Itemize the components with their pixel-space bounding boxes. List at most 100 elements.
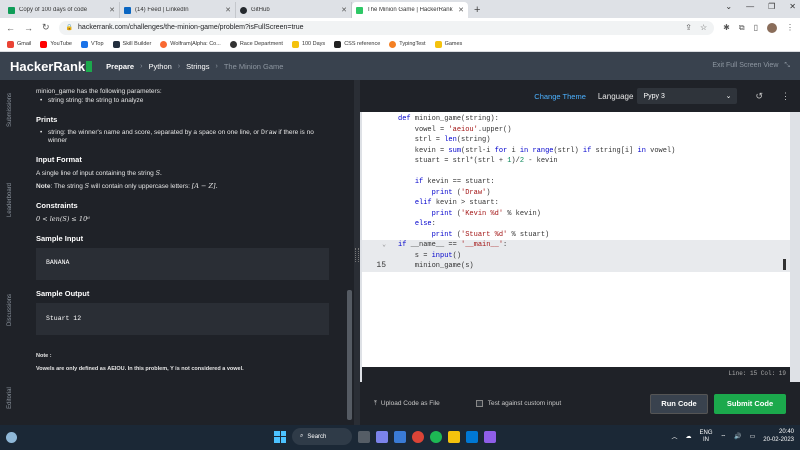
bookmark-typingtest[interactable]: TypingTest	[389, 40, 426, 48]
browser-tab-github[interactable]: GitHub ✕	[236, 2, 352, 18]
bookmark-skill-builder[interactable]: Skill Builder	[112, 40, 151, 48]
history-icon[interactable]: ↺	[755, 91, 763, 102]
sheets-icon	[8, 6, 15, 14]
input-format-text: A single line of input containing the st…	[36, 169, 162, 178]
task-view-icon[interactable]	[358, 430, 370, 443]
change-theme-link[interactable]: Change Theme	[534, 92, 586, 101]
chrome-icon[interactable]	[412, 430, 424, 443]
pane-splitter[interactable]	[354, 80, 360, 425]
weather-icon[interactable]	[6, 432, 17, 443]
new-tab-button[interactable]: +	[474, 2, 480, 18]
crumb-prepare[interactable]: Prepare	[106, 62, 134, 71]
vtop-icon	[81, 40, 88, 48]
language-indicator[interactable]: ENG IN	[699, 430, 712, 444]
language-select[interactable]: Pypy 3 ⌄	[637, 88, 738, 104]
param-item: string string: the string to analyze	[40, 97, 329, 106]
file-explorer-icon[interactable]	[448, 430, 460, 443]
prints-list: string: the winner's name and score, sep…	[36, 129, 329, 147]
windows-start-icon[interactable]	[274, 430, 286, 443]
more-options-icon[interactable]: ⋮	[781, 91, 790, 102]
maximize-icon[interactable]: ❐	[768, 2, 775, 11]
tab-submissions[interactable]: Submissions	[0, 80, 20, 140]
folder-icon	[291, 40, 299, 48]
close-icon[interactable]: ✕	[458, 6, 464, 14]
extension-icon[interactable]: ✱	[723, 23, 730, 32]
volume-icon[interactable]: 🔊	[734, 433, 741, 440]
bookmark-wolfram[interactable]: Wolfram|Alpha: Co...	[160, 40, 221, 48]
tab-title: (14) Feed | LinkedIn	[135, 7, 189, 13]
forward-icon[interactable]: →	[24, 23, 33, 33]
side-tabs: Submissions Leaderboard Discussions Edit…	[0, 80, 20, 425]
close-icon[interactable]: ✕	[225, 6, 231, 14]
teams-icon[interactable]	[376, 430, 388, 443]
bookmark-vtop[interactable]: VTop	[81, 40, 104, 48]
tab-editorial[interactable]: Editorial	[0, 370, 20, 425]
crumb-python[interactable]: Python	[148, 62, 171, 71]
bookmark-star-icon[interactable]: ☆	[700, 23, 707, 32]
bookmark-youtube[interactable]: YouTube	[40, 40, 72, 48]
share-icon[interactable]: ⇪	[685, 23, 692, 32]
menu-icon[interactable]: ⋮	[786, 23, 794, 32]
browser-tab-hackerrank[interactable]: The Minion Game | HackerRank ✕	[352, 2, 468, 18]
upload-code-button[interactable]: ⤒ Upload Code as File	[374, 400, 440, 408]
chevron-down-icon: ⌄	[725, 93, 732, 100]
cursor-position: Line: 15 Col: 19	[728, 370, 786, 377]
logo-mark	[86, 60, 93, 72]
url-field[interactable]: 🔒 hackerrank.com/challenges/the-minion-g…	[58, 20, 715, 35]
sidepanel-icon[interactable]: ▯	[754, 23, 758, 32]
back-icon[interactable]: ←	[6, 23, 15, 33]
taskbar-search[interactable]: ⌕ Search	[292, 428, 352, 445]
input-format-heading: Input Format	[36, 155, 82, 165]
close-icon[interactable]: ✕	[341, 6, 347, 14]
chevron-right-icon: ›	[177, 62, 181, 70]
problem-statement: minion_game has the following parameters…	[20, 80, 345, 425]
exit-full-screen[interactable]: Exit Full Screen View ⤡	[712, 62, 790, 70]
gmail-icon	[7, 40, 14, 48]
bookmark-race-department[interactable]: Race Department	[229, 40, 283, 48]
close-icon[interactable]: ✕	[109, 6, 115, 14]
bookmark-100-days[interactable]: 100 Days	[291, 40, 325, 48]
minimize-icon[interactable]: —	[746, 2, 754, 11]
tab-title: The Minion Game | HackerRank	[367, 7, 453, 13]
close-window-icon[interactable]: ✕	[789, 2, 796, 11]
spotify-icon[interactable]	[430, 430, 442, 443]
browser-tab-100-days[interactable]: Copy of 100 days of code ✕	[4, 2, 120, 18]
defender-icon[interactable]	[394, 430, 406, 443]
browser-tab-bar: Copy of 100 days of code ✕ (14) Feed | L…	[0, 0, 800, 18]
fold-icon[interactable]: ⌄	[362, 240, 386, 251]
code-line: s = input()	[362, 250, 790, 261]
chevron-up-icon[interactable]: ︿	[671, 432, 677, 441]
tab-leaderboard[interactable]: Leaderboard	[0, 170, 20, 230]
hackerrank-header: HackerRank Prepare › Python › Strings › …	[0, 52, 800, 80]
code-editor[interactable]: def minion_game(string): vowel = 'aeiou'…	[362, 112, 790, 367]
browser-tab-linkedin[interactable]: (14) Feed | LinkedIn ✕	[120, 2, 236, 18]
run-code-button[interactable]: Run Code	[650, 393, 708, 414]
tab-discussions[interactable]: Discussions	[0, 280, 20, 340]
puzzle-icon[interactable]: ⧉	[739, 23, 745, 33]
hackerrank-logo[interactable]: HackerRank	[10, 59, 93, 74]
crumb-strings[interactable]: Strings	[186, 62, 209, 71]
code-line: def minion_game(string):	[398, 115, 499, 123]
submit-code-button[interactable]: Submit Code	[714, 393, 786, 414]
custom-input-toggle[interactable]: Test against custom input	[475, 400, 561, 407]
profile-avatar[interactable]	[767, 22, 777, 33]
wifi-icon[interactable]: ⌔	[721, 433, 727, 441]
vscode-icon[interactable]	[484, 430, 496, 443]
clock[interactable]: 20:40 20-02-2023	[763, 429, 794, 445]
drag-handle-icon[interactable]	[355, 248, 359, 262]
bookmark-css-reference[interactable]: CSS reference	[334, 40, 380, 48]
reload-icon[interactable]: ↻	[42, 22, 50, 33]
breadcrumb: Prepare › Python › Strings › The Minion …	[106, 62, 283, 71]
editor-footer: ⤒ Upload Code as File Test against custo…	[360, 382, 800, 425]
lock-icon[interactable]: 🔒	[66, 24, 73, 31]
custom-input-checkbox[interactable]	[475, 400, 483, 407]
battery-icon[interactable]: ▭	[750, 433, 756, 440]
onedrive-icon[interactable]: ☁	[685, 433, 691, 440]
bookmark-games[interactable]: Games	[434, 40, 462, 48]
problem-scrollbar[interactable]	[345, 80, 354, 425]
photos-icon[interactable]	[466, 430, 478, 443]
tab-search-icon[interactable]: ⌄	[725, 2, 732, 11]
bookmark-gmail[interactable]: Gmail	[7, 40, 31, 48]
scrollbar-thumb[interactable]	[347, 290, 352, 420]
constraint-text: 0 < len(S) ≤ 10⁶	[36, 214, 90, 223]
